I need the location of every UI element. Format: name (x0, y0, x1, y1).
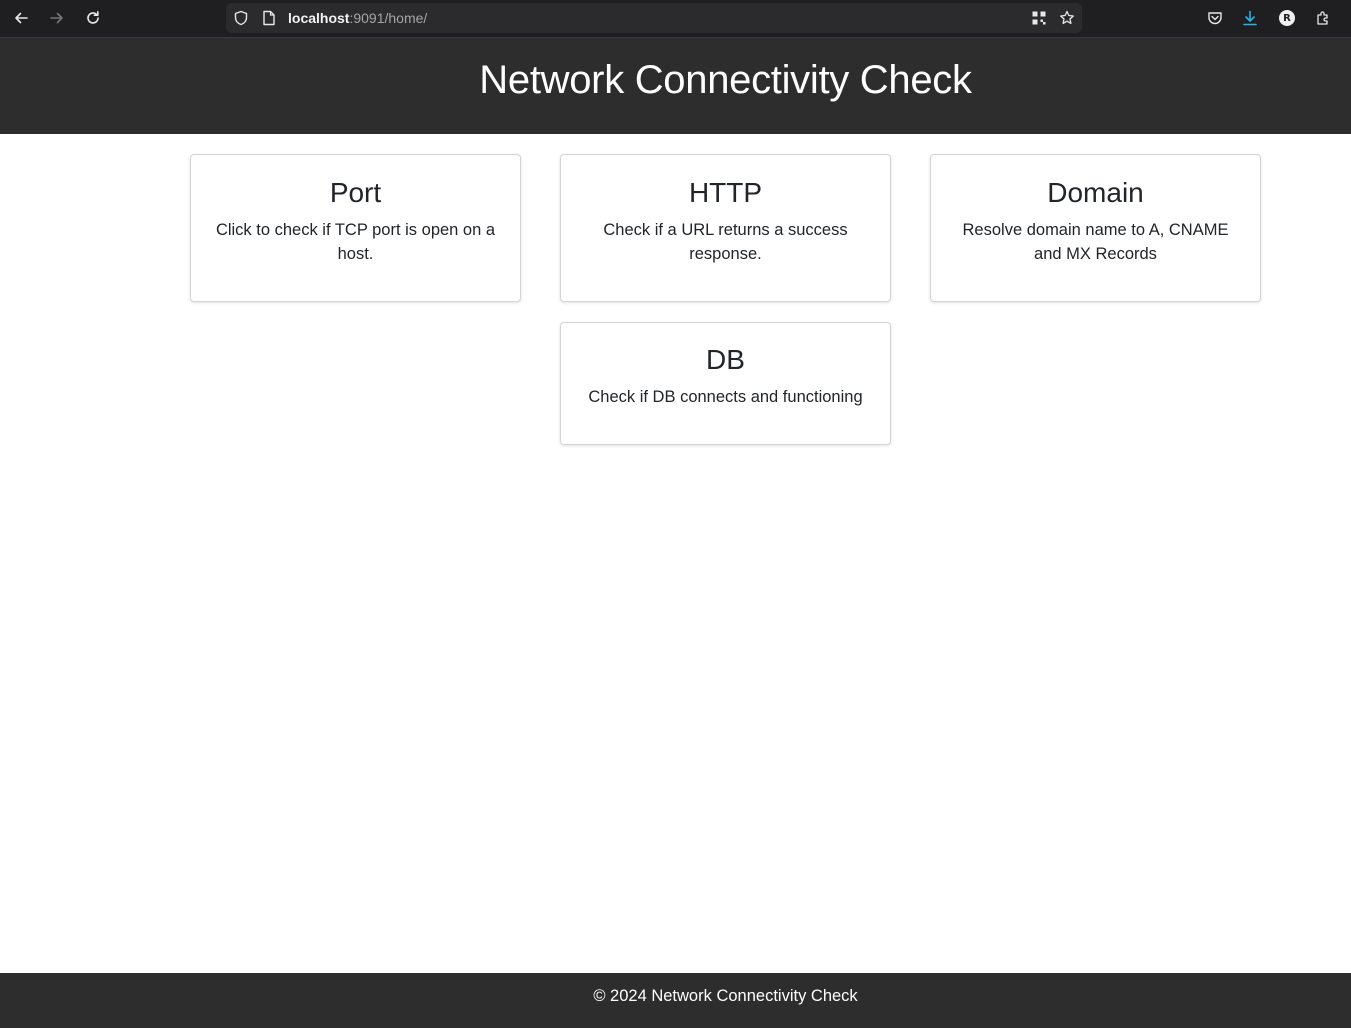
extensions-icon[interactable] (1313, 8, 1333, 28)
footer-copyright: © 2024 Network Connectivity Check (593, 987, 858, 1005)
card-description: Check if DB connects and functioning (588, 388, 863, 406)
address-bar[interactable]: localhost:9091/home/ (226, 3, 1082, 33)
profile-avatar[interactable]: R (1277, 8, 1297, 28)
avatar-letter: R (1279, 10, 1295, 26)
url-host: localhost (288, 10, 350, 26)
card-db[interactable]: DB Check if DB connects and functioning (560, 322, 891, 445)
shield-icon[interactable] (232, 9, 250, 27)
qr-code-icon[interactable] (1030, 9, 1048, 27)
url-path: :9091/home/ (349, 10, 428, 26)
card-port[interactable]: Port Click to check if TCP port is open … (190, 154, 521, 302)
card-title: Domain (1047, 177, 1144, 208)
bookmark-star-icon[interactable] (1058, 9, 1076, 27)
url-text[interactable]: localhost:9091/home/ (288, 10, 427, 26)
back-icon[interactable] (9, 7, 33, 29)
card-http[interactable]: HTTP Check if a URL returns a success re… (560, 154, 891, 302)
card-title: DB (706, 344, 745, 375)
card-title: HTTP (688, 177, 763, 208)
card-description: Click to check if TCP port is open on a … (215, 221, 496, 263)
browser-toolbar: localhost:9091/home/ R (0, 0, 1351, 38)
site-header: Network Connectivity Check (0, 38, 1351, 134)
site-footer: © 2024 Network Connectivity Check (0, 973, 1351, 1028)
pocket-icon[interactable] (1205, 8, 1225, 28)
card-description: Check if a URL returns a success respons… (603, 221, 848, 263)
card-title: Port (329, 177, 382, 208)
card-domain[interactable]: Domain Resolve domain name to A, CNAME a… (930, 154, 1261, 302)
reload-icon[interactable] (81, 7, 105, 29)
download-icon[interactable] (1240, 8, 1260, 28)
card-description: Resolve domain name to A, CNAME and MX R… (962, 221, 1229, 263)
forward-icon[interactable] (45, 7, 69, 29)
page-icon[interactable] (260, 9, 278, 27)
page-title: Network Connectivity Check (479, 58, 972, 102)
